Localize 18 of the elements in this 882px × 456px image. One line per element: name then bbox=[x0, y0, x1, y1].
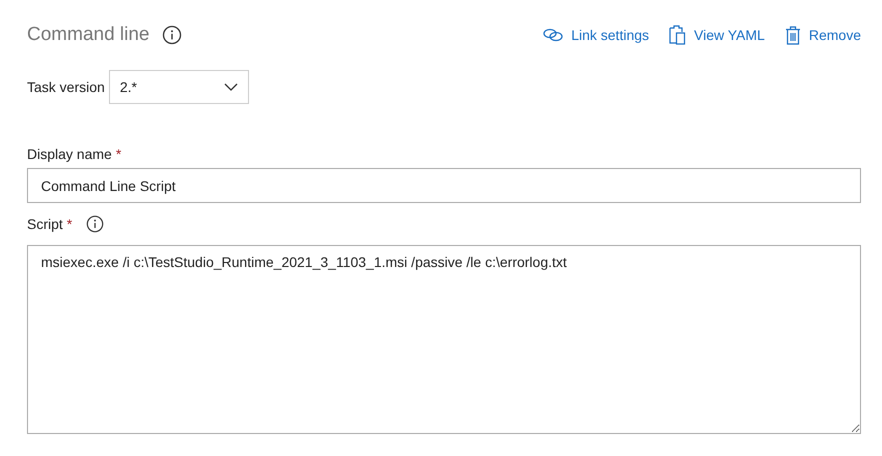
display-name-label: Display name bbox=[27, 146, 112, 162]
task-title: Command line bbox=[27, 24, 150, 46]
info-icon[interactable] bbox=[162, 25, 182, 45]
remove-link[interactable]: Remove bbox=[784, 26, 861, 44]
clipboard-icon bbox=[669, 25, 686, 45]
info-icon[interactable] bbox=[86, 215, 104, 233]
chevron-down-icon bbox=[224, 83, 238, 91]
chain-link-icon bbox=[543, 28, 564, 42]
script-field[interactable]: msiexec.exe /i c:\TestStudio_Runtime_2021_3_1103_1.msi /passive /le c:\errorlog.txt bbox=[27, 245, 861, 434]
required-mark: * bbox=[116, 146, 122, 162]
script-label: Script bbox=[27, 216, 63, 232]
link-link[interactable]: Link settings bbox=[543, 27, 650, 43]
required-mark: * bbox=[66, 216, 72, 232]
trash-icon bbox=[784, 26, 801, 44]
task-version-label: Task version bbox=[27, 79, 105, 95]
display-name-field[interactable]: Command Line Script bbox=[27, 168, 861, 203]
yaml-link[interactable]: View YAML bbox=[669, 25, 765, 45]
task-version-dropdown[interactable]: 2.* bbox=[108, 70, 249, 104]
